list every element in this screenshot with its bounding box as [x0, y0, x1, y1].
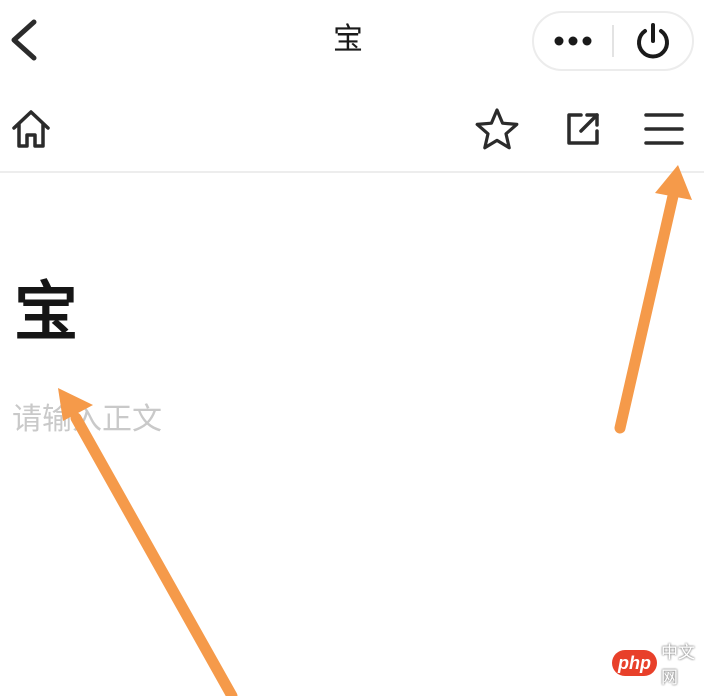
site-watermark: php 中文网	[612, 643, 704, 688]
favorite-button[interactable]	[472, 104, 522, 154]
document-title[interactable]: 宝	[14, 268, 78, 358]
body-text-input[interactable]	[12, 396, 572, 442]
back-button[interactable]	[0, 10, 48, 70]
close-mini-program-button[interactable]	[614, 13, 692, 69]
hamburger-menu-icon	[644, 113, 684, 145]
share-external-icon	[567, 113, 599, 145]
chevron-left-icon	[11, 19, 37, 61]
page-title: 宝	[333, 22, 363, 57]
home-button[interactable]	[6, 104, 56, 154]
screen: 宝 宝 请输入正文 php 中文网	[0, 0, 704, 696]
home-icon	[12, 110, 50, 148]
toolbar-divider	[0, 171, 704, 173]
menu-pointer-arrow	[614, 165, 692, 434]
star-icon	[475, 108, 519, 150]
more-button[interactable]	[534, 13, 612, 69]
power-icon	[637, 23, 669, 59]
mini-program-capsule	[532, 11, 694, 71]
more-dots-icon	[554, 36, 592, 46]
watermark-badge: php	[612, 650, 657, 676]
watermark-text: 中文网	[661, 643, 695, 688]
share-button[interactable]	[558, 104, 608, 154]
menu-button[interactable]	[639, 104, 689, 154]
